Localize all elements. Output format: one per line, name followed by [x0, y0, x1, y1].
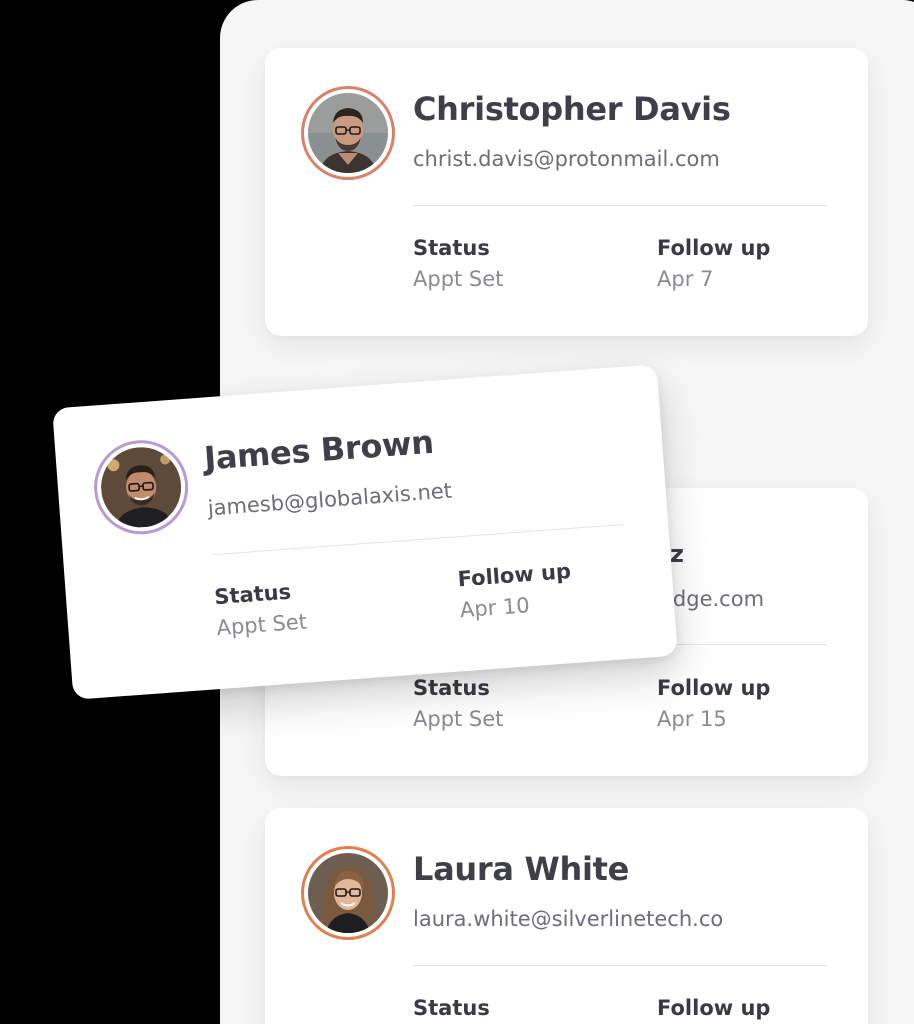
follow-up-label: Follow up: [657, 236, 771, 260]
status-label: Status: [413, 236, 490, 260]
contact-name: James Brown: [202, 422, 435, 478]
status-value: Appt Set: [215, 609, 308, 641]
stage: Christopher Davis christ.davis@protonmai…: [0, 0, 914, 1024]
avatar-photo: [308, 93, 388, 173]
follow-up-value: Apr 15: [657, 707, 727, 731]
contact-name: Christopher Davis: [413, 90, 731, 128]
contact-email: jamesb@globalaxis.net: [206, 478, 453, 521]
avatar-photo: [308, 853, 388, 933]
contact-card[interactable]: Laura White laura.white@silverlinetech.c…: [265, 808, 868, 1024]
follow-up-value: Apr 10: [459, 593, 531, 623]
divider: [413, 205, 827, 206]
avatar: [301, 846, 395, 940]
contact-name: z: [670, 540, 684, 568]
follow-up-label: Follow up: [657, 996, 771, 1020]
man-portrait-icon: [98, 444, 184, 531]
follow-up-label: Follow up: [456, 559, 572, 592]
contact-email: laura.white@silverlinetech.co: [413, 907, 724, 931]
follow-up-label: Follow up: [657, 676, 771, 700]
follow-up-value: Apr 7: [657, 267, 714, 291]
floating-contact-card[interactable]: James Brown jamesb@globalaxis.net Status…: [52, 364, 678, 700]
contact-card[interactable]: Christopher Davis christ.davis@protonmai…: [265, 48, 868, 336]
avatar: [90, 436, 192, 538]
status-label: Status: [213, 579, 292, 610]
avatar-photo: [98, 444, 184, 531]
divider: [413, 965, 827, 966]
woman-portrait-icon: [308, 853, 388, 933]
contact-email: christ.davis@protonmail.com: [413, 147, 720, 171]
contact-email: edge.com: [660, 587, 765, 611]
avatar: [301, 86, 395, 180]
status-value: Appt Set: [413, 707, 504, 731]
status-label: Status: [413, 996, 490, 1020]
status-value: Appt Set: [413, 267, 504, 291]
man-portrait-icon: [308, 93, 388, 173]
divider: [211, 524, 625, 556]
status-label: Status: [413, 676, 490, 700]
contact-name: Laura White: [413, 850, 630, 888]
